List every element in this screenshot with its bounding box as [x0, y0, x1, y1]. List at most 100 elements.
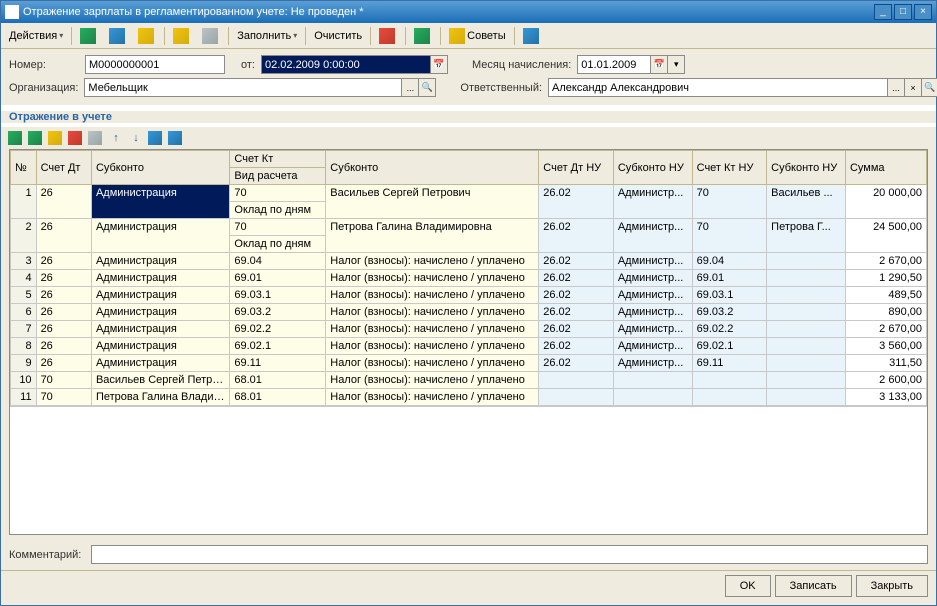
org-open-button[interactable]: 🔍 — [419, 78, 436, 97]
cell-kt[interactable]: 69.11 — [230, 355, 326, 372]
table-row[interactable]: 426Администрация69.01Налог (взносы): нач… — [11, 270, 927, 287]
add-copy-button[interactable] — [27, 129, 45, 147]
cell-vid[interactable]: Оклад по дням — [230, 236, 326, 253]
cell-dtnu[interactable]: 26.02 — [539, 185, 614, 219]
cell-dt[interactable]: 26 — [36, 321, 91, 338]
col-schet-dt[interactable]: Счет Дт — [36, 151, 91, 185]
cell-sum[interactable]: 3 560,00 — [845, 338, 926, 355]
col-subkonto[interactable]: Субконто — [91, 151, 229, 185]
cell-subkonto2[interactable]: Налог (взносы): начислено / уплачено — [326, 372, 539, 389]
cell-dtnu[interactable]: 26.02 — [539, 321, 614, 338]
cell-kt[interactable]: 70 — [230, 219, 326, 236]
settings-button[interactable] — [409, 26, 437, 46]
cell-subkonto[interactable]: Администрация — [91, 253, 229, 270]
cell-subkonto2[interactable]: Налог (взносы): начислено / уплачено — [326, 304, 539, 321]
cell-subnu[interactable]: Администр... — [613, 270, 692, 287]
cell-dtnu[interactable]: 26.02 — [539, 304, 614, 321]
col-subkonto-nu[interactable]: Субконто НУ — [613, 151, 692, 185]
cell-sum[interactable]: 20 000,00 — [845, 185, 926, 219]
month-picker-button[interactable]: 📅 — [651, 55, 668, 74]
cell-ktnu[interactable]: 69.02.2 — [692, 321, 767, 338]
cell-subkonto2[interactable]: Налог (взносы): начислено / уплачено — [326, 270, 539, 287]
maximize-button[interactable]: □ — [894, 4, 912, 20]
cell-sum[interactable]: 890,00 — [845, 304, 926, 321]
cell-subkonto[interactable]: Администрация — [91, 338, 229, 355]
cell-dt[interactable]: 26 — [36, 338, 91, 355]
cell-subnu[interactable]: Администр... — [613, 185, 692, 219]
resp-input[interactable] — [548, 78, 888, 97]
entries-table[interactable]: № Счет Дт Субконто Счет Кт Субконто Счет… — [10, 150, 927, 406]
table-row[interactable]: 626Администрация69.03.2Налог (взносы): н… — [11, 304, 927, 321]
org-input[interactable] — [84, 78, 402, 97]
cell-sum[interactable]: 2 670,00 — [845, 253, 926, 270]
cell-subnu[interactable]: Администр... — [613, 219, 692, 253]
delete-row-button[interactable] — [67, 129, 85, 147]
cell-subkonto2[interactable]: Налог (взносы): начислено / уплачено — [326, 321, 539, 338]
table-row[interactable]: 326Администрация 69.04 Налог (взносы): нач… — [11, 253, 927, 270]
cell-dt[interactable]: 26 — [36, 287, 91, 304]
cell-subkonto[interactable]: Петрова Галина Владим... — [91, 389, 229, 406]
cell-subnu2[interactable] — [767, 253, 846, 270]
org-select-button[interactable]: ... — [402, 78, 419, 97]
cell-subkonto2[interactable]: Налог (взносы): начислено / уплачено — [326, 389, 539, 406]
cell-dt[interactable]: 26 — [36, 304, 91, 321]
cell-subnu[interactable]: Администр... — [613, 304, 692, 321]
cell-n[interactable]: 5 — [11, 287, 37, 304]
move-down-button[interactable]: ↓ — [127, 129, 145, 147]
actions-menu[interactable]: Действия — [4, 26, 68, 46]
cell-subkonto2[interactable]: Налог (взносы): начислено / уплачено — [326, 338, 539, 355]
cell-subkonto[interactable]: Администрация — [91, 287, 229, 304]
cell-subnu[interactable]: Администр... — [613, 355, 692, 372]
cell-n[interactable]: 7 — [11, 321, 37, 338]
cell-ktnu[interactable] — [692, 389, 767, 406]
back-button[interactable] — [75, 26, 103, 46]
cell-dtnu[interactable]: 26.02 — [539, 338, 614, 355]
fill-button[interactable]: Заполнить — [232, 26, 302, 46]
cell-ktnu[interactable]: 69.01 — [692, 270, 767, 287]
date-picker-button[interactable]: 📅 — [431, 55, 448, 74]
add-row-button[interactable] — [7, 129, 25, 147]
cell-n[interactable]: 11 — [11, 389, 37, 406]
col-summa[interactable]: Сумма — [845, 151, 926, 185]
cell-sum[interactable]: 489,50 — [845, 287, 926, 304]
minimize-button[interactable]: _ — [874, 4, 892, 20]
col-vid-rascheta[interactable]: Вид расчета — [230, 168, 326, 185]
cell-ktnu[interactable]: 69.02.1 — [692, 338, 767, 355]
cell-ktnu[interactable]: 70 — [692, 185, 767, 219]
col-schetkt-nu[interactable]: Счет Кт НУ — [692, 151, 767, 185]
col-subkonto2[interactable]: Субконто — [326, 151, 539, 185]
ok-button[interactable]: OK — [725, 575, 771, 597]
cell-subkonto[interactable]: Администрация — [91, 355, 229, 372]
table-row[interactable]: 126Администрация70Васильев Сергей Петров… — [11, 185, 927, 202]
col-schet-kt[interactable]: Счет Кт — [230, 151, 326, 168]
cell-dt[interactable]: 26 — [36, 270, 91, 287]
cell-n[interactable]: 6 — [11, 304, 37, 321]
cell-n[interactable]: 10 — [11, 372, 37, 389]
cell-sum[interactable]: 3 133,00 — [845, 389, 926, 406]
cell-ktnu[interactable]: 69.11 — [692, 355, 767, 372]
close-button[interactable]: × — [914, 4, 932, 20]
cell-dt[interactable]: 26 — [36, 355, 91, 372]
cell-kt[interactable]: 69.03.1 — [230, 287, 326, 304]
refresh-button[interactable] — [104, 26, 132, 46]
cell-subkonto2[interactable]: Налог (взносы): начислено / уплачено — [326, 253, 539, 270]
col-subkonto-nu2[interactable]: Субконто НУ — [767, 151, 846, 185]
cell-subnu2[interactable] — [767, 321, 846, 338]
cell-subnu[interactable]: Администр... — [613, 321, 692, 338]
cell-sum[interactable]: 2 600,00 — [845, 372, 926, 389]
cell-dt[interactable]: 26 — [36, 253, 91, 270]
comment-input[interactable] — [91, 545, 928, 564]
cell-subnu2[interactable] — [767, 355, 846, 372]
end-edit-button[interactable] — [87, 129, 105, 147]
cell-subnu2[interactable] — [767, 338, 846, 355]
month-spin-button[interactable]: ▾ — [668, 55, 685, 74]
clear-button[interactable]: Очистить — [309, 26, 367, 46]
table-row[interactable]: 526Администрация69.03.1Налог (взносы): н… — [11, 287, 927, 304]
cell-n[interactable]: 3 — [11, 253, 37, 270]
month-input[interactable] — [577, 55, 651, 74]
cell-subnu2[interactable]: Петрова Г... — [767, 219, 846, 253]
cell-n[interactable]: 9 — [11, 355, 37, 372]
cell-dtnu[interactable] — [539, 372, 614, 389]
cell-ktnu[interactable]: 69.04 — [692, 253, 767, 270]
cell-subkonto[interactable]: Администрация — [91, 185, 229, 219]
